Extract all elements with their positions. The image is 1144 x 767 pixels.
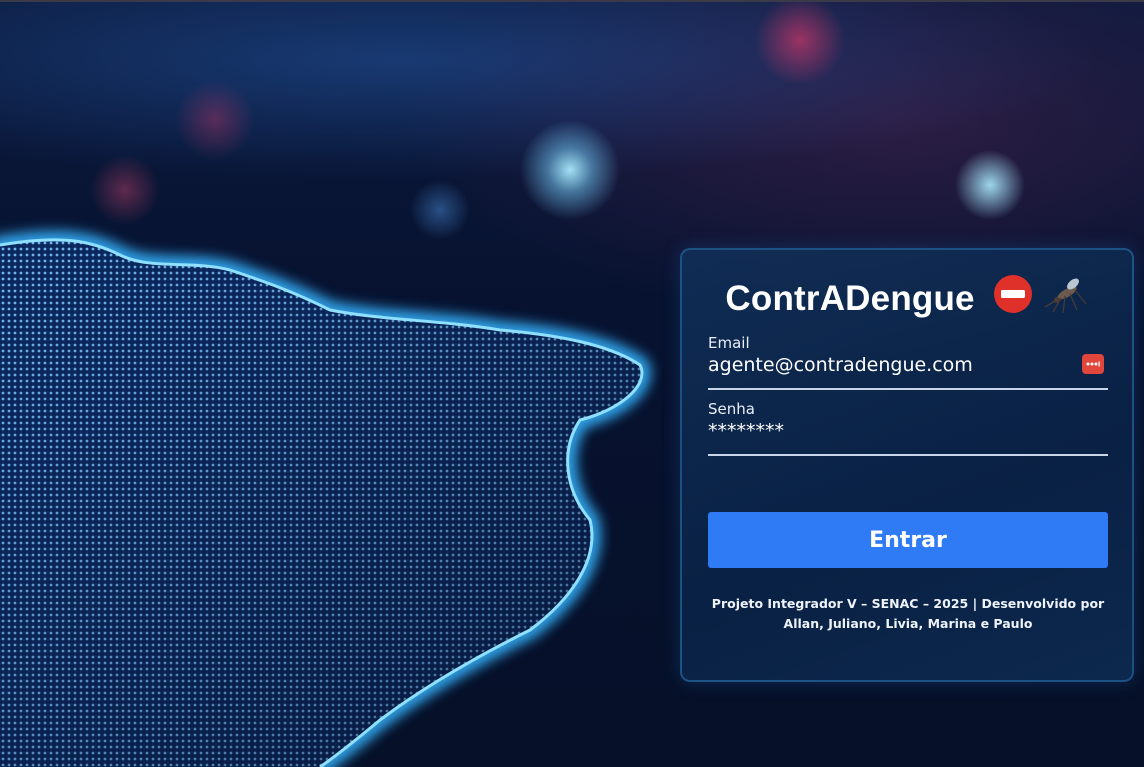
password-underline xyxy=(708,454,1108,456)
app-title: ContrADengue xyxy=(682,274,1132,323)
app-title-text: ContrADengue xyxy=(725,279,975,318)
mosquito-icon xyxy=(1044,278,1087,314)
login-button[interactable]: Entrar xyxy=(708,512,1108,568)
login-card: ContrADengue Email agente@contradengue.c… xyxy=(680,248,1134,682)
brazil-map-graphic xyxy=(0,230,651,767)
password-label: Senha xyxy=(708,400,755,418)
footer-credits: Projeto Integrador V – SENAC – 2025 | De… xyxy=(711,596,1105,631)
email-label: Email xyxy=(708,334,750,352)
email-field[interactable]: agente@contradengue.com xyxy=(708,354,973,376)
no-entry-icon xyxy=(993,275,1032,313)
title-icons xyxy=(993,274,1089,323)
password-field[interactable]: ******** xyxy=(708,420,784,442)
password-manager-icon[interactable] xyxy=(1082,354,1104,374)
email-underline xyxy=(708,388,1108,390)
